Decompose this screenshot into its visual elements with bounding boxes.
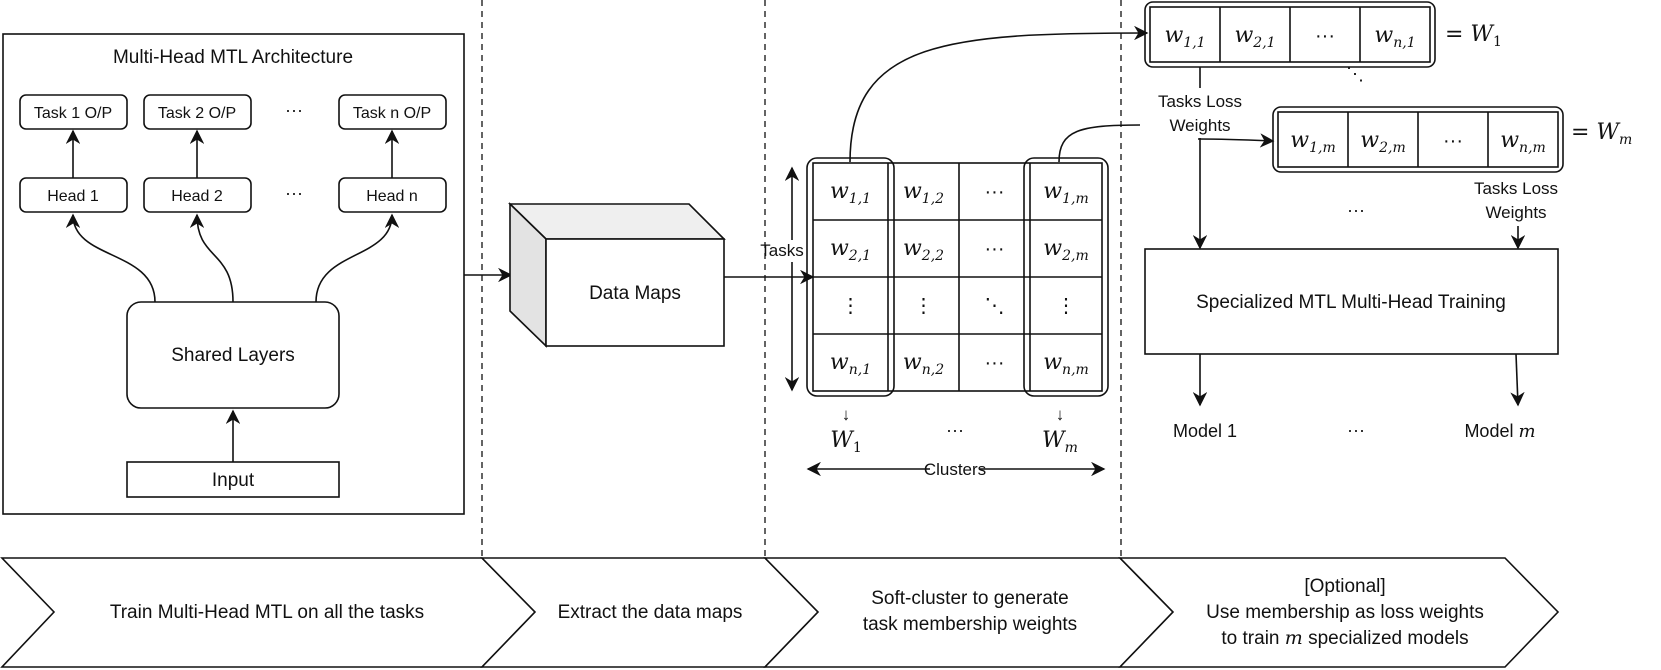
matrix-cell: ⋮	[914, 295, 934, 317]
vector-cell: ···	[1443, 130, 1463, 152]
svg-text:Head 1: Head 1	[47, 188, 99, 205]
vectors-diag-ellipsis: ⋱	[1346, 64, 1364, 84]
head-2: Head 2	[143, 177, 252, 213]
step-3: Soft-cluster to generate task membership…	[763, 557, 1175, 668]
svg-text:Data Maps: Data Maps	[589, 283, 681, 304]
arrow-to-vector-m	[1197, 133, 1275, 148]
svg-text:Task n O/P: Task n O/P	[353, 105, 431, 122]
membership-matrix: w1,1 w1,2 ··· w1,mw2,1 w2,2 ··· w2,m⋮ ⋮ ⋱ ⋮wn,1 wn…	[806, 157, 1109, 397]
model-1: Model 1	[1173, 421, 1237, 441]
head-1: Head 1	[19, 177, 128, 213]
step-4-line-3: to train m specialized models	[1221, 627, 1468, 649]
loss-weights-label-1b: Weights	[1169, 116, 1230, 135]
svg-text:Shared Layers: Shared Layers	[171, 345, 295, 366]
arrow-to-model-m	[1510, 353, 1525, 407]
outputs-ellipsis: ···	[285, 100, 303, 120]
loss-weights-label-mb: Weights	[1485, 203, 1546, 222]
svg-text:Task 2 O/P: Task 2 O/P	[158, 105, 236, 122]
svg-text:Head n: Head n	[366, 188, 418, 205]
svg-text:Soft-cluster to generate: Soft-cluster to generate	[871, 588, 1069, 609]
matrix-cell: ···	[985, 352, 1005, 374]
vector-cell: ···	[1315, 25, 1335, 47]
tasks-axis-label: Tasks	[760, 241, 803, 260]
arrow-col1-to-vector	[849, 25, 1149, 163]
matrix-cell: ···	[985, 238, 1005, 260]
loss-weights-label-m: Tasks Loss	[1474, 179, 1558, 198]
step-4: [Optional] Use membership as loss weight…	[1118, 557, 1560, 668]
task-output-1: Task 1 O/P	[19, 94, 128, 130]
curve-colm	[1058, 124, 1141, 163]
loss-weights-label-1: Tasks Loss	[1158, 92, 1242, 111]
svg-text:Input: Input	[212, 470, 255, 491]
step-1: Train Multi-Head MTL on all the tasks	[0, 557, 537, 668]
matrix-cell: ⋮	[1056, 295, 1076, 317]
col-1-arrow: ↓	[842, 405, 851, 424]
svg-text:Extract the data maps: Extract the data maps	[558, 602, 743, 623]
shared-layers: Shared Layers	[126, 301, 340, 409]
data-maps-cube: Data Maps	[508, 202, 726, 348]
vector-wm-equals: = Wm	[1571, 120, 1632, 148]
matrix-cell: ⋱	[985, 295, 1005, 317]
clusters-axis-label: Clusters	[924, 460, 986, 479]
vector-w1: w1,1 w2,1 ··· wn,1	[1144, 1, 1436, 68]
svg-text:Use membership as loss weights: Use membership as loss weights	[1206, 602, 1484, 623]
svg-text:Specialized MTL Multi-Head Tra: Specialized MTL Multi-Head Training	[1196, 292, 1506, 313]
pipeline-diagram: Multi-Head MTL Architecture Task 1 O/P T…	[0, 0, 1632, 668]
svg-text:task membership weights: task membership weights	[863, 614, 1077, 635]
vector-wm: w1,m w2,m ··· wn,m	[1272, 106, 1564, 173]
vector-w1-equals: = W1	[1445, 22, 1502, 50]
col-vector-wm: Wm	[1042, 428, 1078, 456]
svg-text:Task 1 O/P: Task 1 O/P	[34, 105, 112, 122]
matrix-cell: ⋮	[841, 295, 861, 317]
specialized-training-box: Specialized MTL Multi-Head Training	[1144, 248, 1559, 355]
architecture-title: Multi-Head MTL Architecture	[113, 47, 353, 68]
input-box: Input	[126, 461, 340, 498]
matrix-cell: ···	[985, 181, 1005, 203]
task-output-2: Task 2 O/P	[143, 94, 252, 130]
col-m-arrow: ↓	[1056, 405, 1065, 424]
task-output-n: Task n O/P	[338, 94, 447, 130]
svg-text:[Optional]: [Optional]	[1304, 576, 1385, 597]
head-n: Head n	[338, 177, 447, 213]
col-vector-w1: W1	[830, 428, 862, 456]
architecture-panel: Multi-Head MTL Architecture Task 1 O/P T…	[2, 33, 465, 515]
vectors-ellipsis: ···	[1347, 200, 1365, 220]
svg-text:Head 2: Head 2	[171, 188, 223, 205]
models-ellipsis: ···	[1347, 420, 1365, 440]
col-ellipsis: ···	[946, 420, 964, 440]
heads-ellipsis: ···	[285, 183, 303, 203]
model-m: Model m	[1464, 421, 1535, 442]
svg-text:Train Multi-Head MTL on all th: Train Multi-Head MTL on all the tasks	[110, 602, 424, 623]
